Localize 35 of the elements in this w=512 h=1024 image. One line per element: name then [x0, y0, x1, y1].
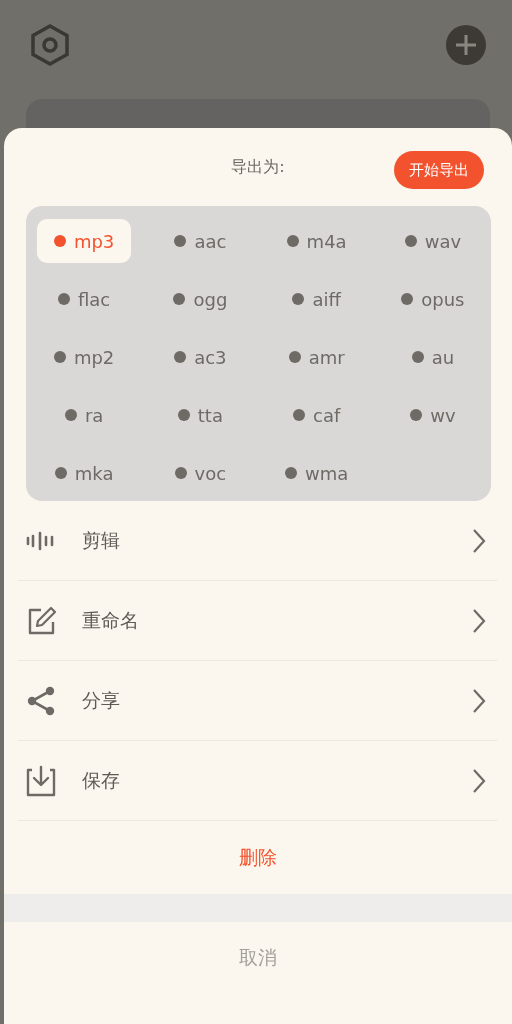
cancel-button[interactable]: 取消: [239, 945, 277, 971]
format-option[interactable]: wav: [387, 219, 479, 263]
format-option[interactable]: m4a: [269, 219, 364, 263]
download-icon: [24, 763, 58, 798]
format-option[interactable]: mp3: [36, 219, 132, 263]
format-option[interactable]: wv: [393, 393, 473, 437]
start-export-button[interactable]: 开始导出: [394, 151, 484, 189]
menu-item[interactable]: 重命名: [18, 581, 497, 661]
settings-icon[interactable]: [28, 23, 72, 67]
menu-item[interactable]: 剪辑: [18, 501, 497, 581]
format-option[interactable]: ogg: [156, 277, 245, 321]
format-option[interactable]: flac: [41, 277, 128, 321]
menu-label: 保存: [82, 767, 121, 793]
format-option[interactable]: wma: [267, 451, 366, 495]
share-icon: [25, 684, 57, 717]
delete-button[interactable]: 删除: [239, 844, 277, 871]
menu-label: 重命名: [82, 607, 140, 633]
format-option[interactable]: caf: [276, 393, 358, 437]
format-option[interactable]: amr: [271, 335, 362, 379]
format-option[interactable]: tta: [160, 393, 240, 437]
menu-item[interactable]: 保存: [18, 741, 497, 821]
menu-label: 分享: [82, 687, 121, 713]
format-option[interactable]: mp2: [36, 335, 132, 379]
format-option[interactable]: opus: [384, 277, 482, 321]
format-option[interactable]: mka: [37, 451, 131, 495]
format-option[interactable]: aiff: [275, 277, 358, 321]
menu-label: 剪辑: [82, 527, 121, 553]
format-option[interactable]: au: [394, 335, 472, 379]
menu-item[interactable]: 分享: [18, 661, 497, 741]
format-option[interactable]: ac3: [157, 335, 244, 379]
format-option[interactable]: ra: [47, 393, 121, 437]
format-option[interactable]: aac: [157, 219, 244, 263]
sheet-title: 导出为:: [231, 156, 285, 178]
add-icon[interactable]: [445, 24, 487, 66]
format-option[interactable]: voc: [157, 451, 244, 495]
